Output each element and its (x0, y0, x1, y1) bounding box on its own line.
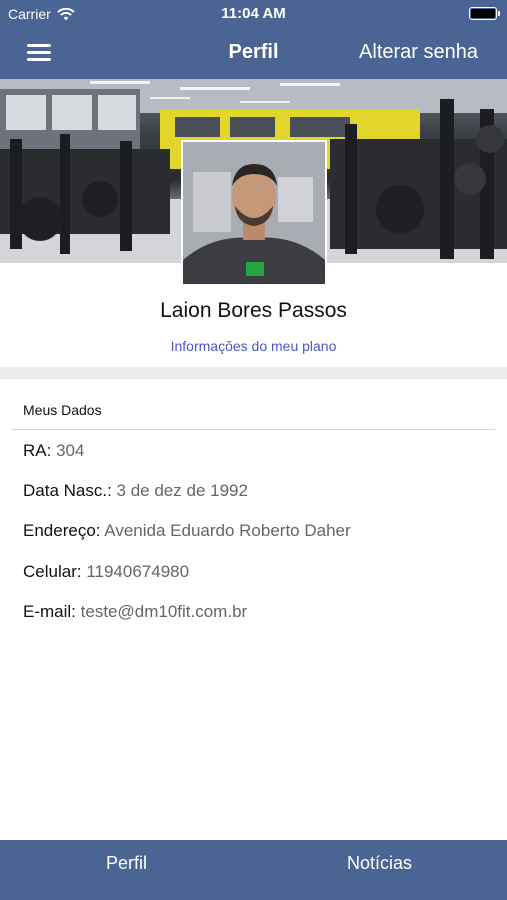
section-divider (0, 367, 507, 379)
status-time: 11:04 AM (221, 5, 286, 22)
ra-value: 304 (56, 441, 85, 460)
profile-avatar[interactable] (181, 140, 327, 286)
my-data-title: Meus Dados (23, 402, 102, 418)
ra-label: RA: (23, 441, 52, 460)
profile-name: Laion Bores Passos (160, 299, 347, 322)
data-row-address: Endereço: Avenida Eduardo Roberto Daher (23, 521, 351, 541)
data-row-ra: RA: 304 (23, 441, 84, 461)
navigation-bar: Perfil Alterar senha (0, 28, 507, 79)
hamburger-menu-icon[interactable] (27, 44, 51, 62)
data-row-birthdate: Data Nasc.: 3 de dez de 1992 (23, 481, 248, 501)
address-value: Avenida Eduardo Roberto Daher (104, 521, 351, 540)
phone-label: Celular: (23, 562, 82, 581)
bottom-tab-bar: Perfil Notícias (0, 840, 507, 900)
data-row-email: E-mail: teste@dm10fit.com.br (23, 602, 247, 622)
phone-value: 11940674980 (86, 562, 190, 581)
card-separator (12, 429, 495, 430)
birthdate-label: Data Nasc.: (23, 481, 112, 500)
my-plan-info-link[interactable]: Informações do meu plano (0, 338, 507, 354)
profile-photo-image (183, 142, 325, 284)
my-data-card: Meus Dados RA: 304 Data Nasc.: 3 de dez … (0, 379, 507, 642)
battery-icon (469, 7, 500, 20)
birthdate-value: 3 de dez de 1992 (116, 481, 248, 500)
top-bar: Carrier 11:04 AM Perfil Alterar senha (0, 0, 507, 79)
change-password-button[interactable]: Alterar senha (359, 41, 478, 64)
address-label: Endereço: (23, 521, 101, 540)
tab-perfil[interactable]: Perfil (106, 853, 147, 874)
tab-noticias[interactable]: Notícias (347, 853, 412, 874)
status-bar: Carrier 11:04 AM (0, 0, 507, 28)
data-row-phone: Celular: 11940674980 (23, 562, 189, 582)
email-label: E-mail: (23, 602, 76, 621)
email-value: teste@dm10fit.com.br (80, 602, 248, 621)
